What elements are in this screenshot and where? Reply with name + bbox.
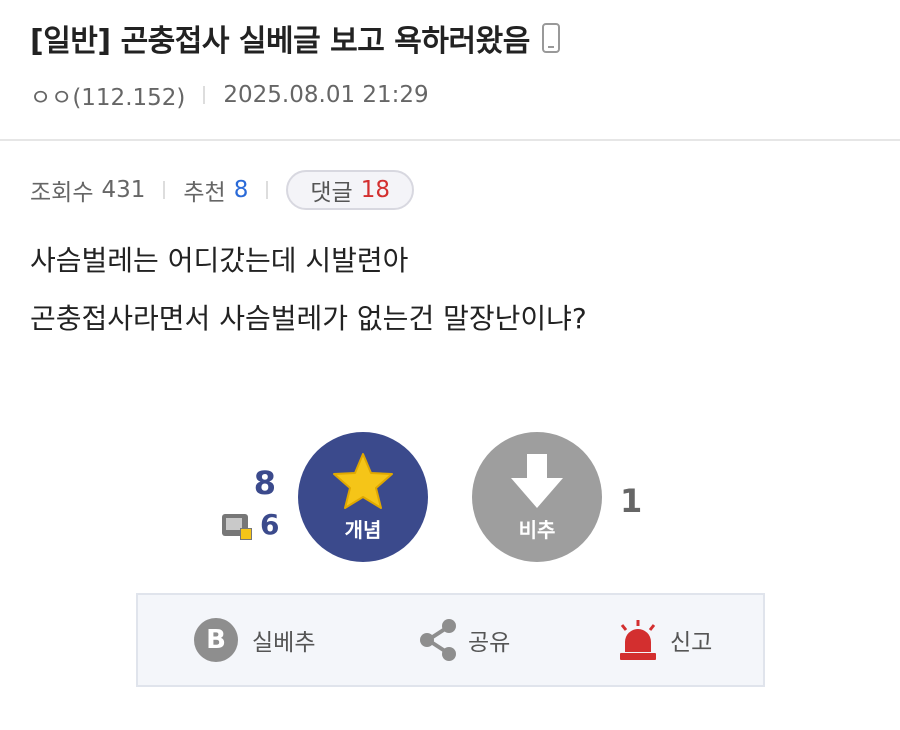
divider: [203, 86, 206, 104]
down-arrow-icon: [511, 453, 563, 508]
recommend-label: 추천: [183, 180, 226, 206]
post-date: 2025.08.01 21:29: [223, 82, 429, 108]
post-title: [일반] 곤충접사 실베글 보고 욕하러왔음: [30, 24, 530, 59]
report-button[interactable]: 신고: [616, 618, 712, 662]
comments-label: 댓글: [310, 180, 353, 206]
downvote-button[interactable]: 비추: [472, 432, 602, 562]
upvote-count: 8: [253, 464, 276, 502]
report-label: 신고: [670, 630, 713, 656]
downvote-label: 비추: [518, 517, 556, 542]
post-header: [일반] 곤충접사 실베글 보고 욕하러왔음 ㅇㅇ(112.152) 2025.…: [0, 0, 900, 141]
mobile-icon: [541, 23, 560, 53]
best-b-icon: B: [194, 618, 238, 662]
divider: [266, 181, 269, 199]
post-stats: 조회수 431 추천 8 댓글 18: [30, 170, 414, 210]
comments-button[interactable]: 댓글 18: [286, 170, 414, 210]
title-row: [일반] 곤충접사 실베글 보고 욕하러왔음: [30, 16, 560, 60]
upvote-label: 개념: [344, 517, 382, 542]
share-icon: [420, 619, 456, 661]
best-recommend-label: 실베추: [252, 630, 316, 656]
author-name[interactable]: ㅇㅇ(112.152): [30, 78, 185, 112]
fix-icon: [222, 513, 252, 540]
star-icon: [333, 452, 393, 509]
views-count: 431: [101, 177, 146, 203]
fix-count: 6: [260, 508, 280, 541]
body-line: 사슴벌레는 어디갔는데 시발련아: [30, 244, 409, 277]
views-label: 조회수: [30, 180, 94, 206]
recommend-count: 8: [233, 177, 249, 203]
post-body: 사슴벌레는 어디갔는데 시발련아 곤충접사라면서 사슴벌레가 없는건 말장난이냐…: [30, 232, 587, 348]
share-button[interactable]: 공유: [418, 618, 510, 662]
fix-vote: 6: [222, 508, 279, 541]
body-line: 곤충접사라면서 사슴벌레가 없는건 말장난이냐?: [30, 302, 587, 335]
share-label: 공유: [468, 630, 511, 656]
post-meta: ㅇㅇ(112.152) 2025.08.01 21:29: [30, 78, 429, 112]
best-recommend-button[interactable]: B 실베추: [194, 618, 315, 662]
post-actions: B 실베추 공유 신고: [136, 593, 765, 687]
downvote-count: 1: [620, 482, 643, 520]
upvote-button[interactable]: 개념: [298, 432, 428, 562]
vote-area: 8 6 개념 비추 1: [0, 430, 900, 565]
comments-count: 18: [360, 177, 390, 203]
divider: [163, 181, 166, 199]
siren-icon: [620, 620, 656, 660]
